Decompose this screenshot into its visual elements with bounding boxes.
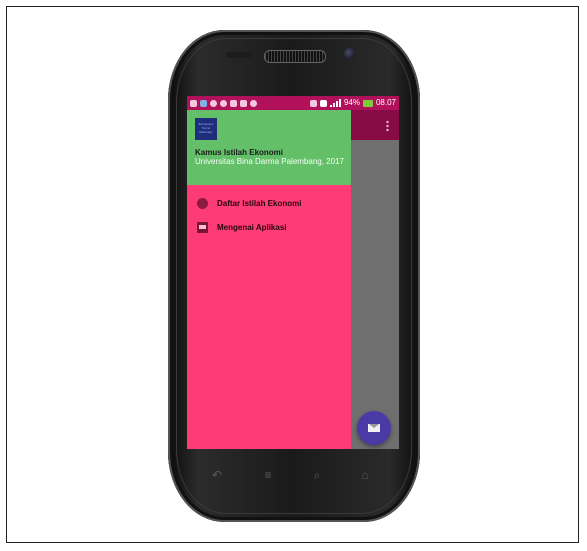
message-icon [190,99,197,107]
menu-item-label: Daftar Istilah Ekonomi [217,198,302,208]
app-logo: Economics Terms Dictionary [195,118,217,140]
mail-fab-button[interactable] [357,411,391,445]
battery-percent: 94% [343,98,360,107]
instagram-icon [250,99,257,107]
phone-screen: 94% 08.07 Economics Terms Dictionary Kam… [187,96,399,449]
mail-icon [240,99,247,107]
mail-icon [368,424,380,432]
status-bar: 94% 08.07 [187,96,399,110]
hd-icon [319,99,327,107]
speaker-grille [264,50,326,63]
navigation-drawer: Economics Terms Dictionary Kamus Istilah… [187,110,351,449]
drawer-header: Economics Terms Dictionary Kamus Istilah… [187,110,351,185]
sensor [226,52,252,58]
hardware-nav-bar: ↶ ≡ ⌕ ⌂ [168,460,420,490]
back-icon[interactable]: ↶ [210,468,224,482]
menu-icon[interactable]: ≡ [261,468,275,482]
mail-icon [230,99,237,107]
drawer-subtitle: Universitas Bina Darma Palembang, 2017 [195,157,344,166]
front-camera [344,48,355,59]
vibrate-icon [309,99,317,107]
bubble-icon [220,99,227,107]
search-icon[interactable]: ⌕ [310,468,324,482]
menu-item-daftar-istilah[interactable]: Daftar Istilah Ekonomi [187,192,351,214]
signal-icon [329,99,341,107]
image-icon [197,221,208,233]
drawer-title: Kamus Istilah Ekonomi [195,148,284,157]
app-bar [351,110,399,140]
menu-item-label: Mengenai Aplikasi [217,222,287,232]
app-icon [200,99,207,107]
circle-icon [197,197,208,209]
clock: 08.07 [375,98,396,107]
overflow-menu-icon[interactable] [386,120,389,131]
menu-item-mengenai-aplikasi[interactable]: Mengenai Aplikasi [187,216,351,238]
home-icon[interactable]: ⌂ [358,468,372,482]
chat-icon [210,99,217,107]
battery-icon [362,99,373,107]
